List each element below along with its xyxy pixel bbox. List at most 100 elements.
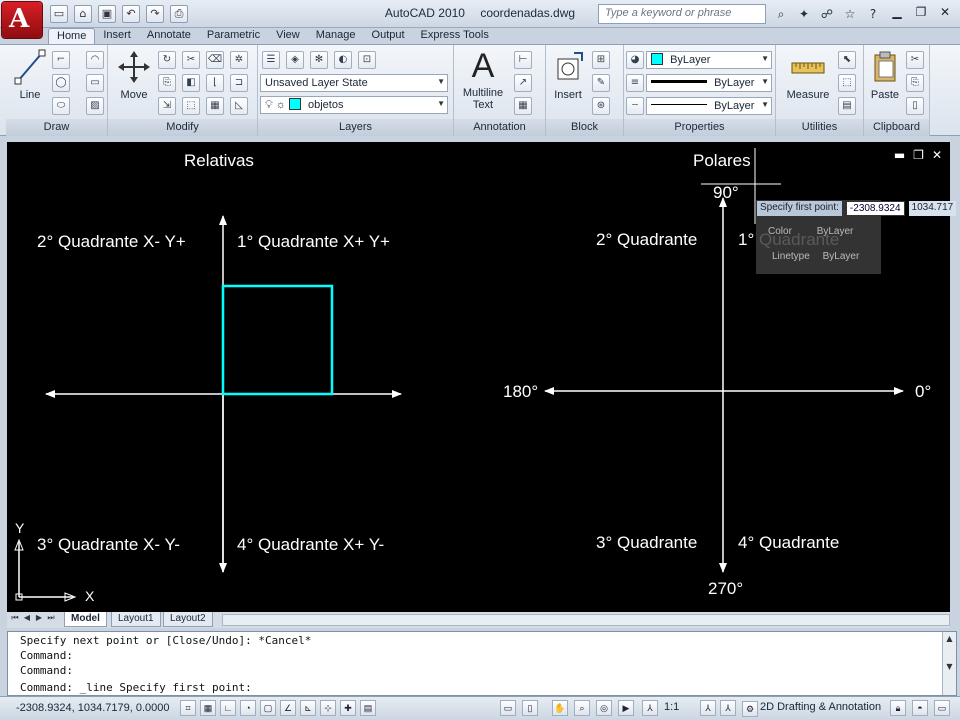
object-snap-icon[interactable]: ▢ [260, 700, 276, 716]
scale-icon[interactable]: ⬚ [182, 97, 200, 115]
calculator-icon[interactable]: ▤ [838, 97, 856, 115]
fillet-icon[interactable]: ⌊ [206, 74, 224, 92]
properties-panel-label[interactable]: Properties [624, 119, 775, 136]
line-button[interactable]: Line [12, 49, 48, 101]
next-tab-icon[interactable]: ▶ [33, 613, 45, 626]
create-block-icon[interactable]: ⊞ [592, 51, 610, 69]
restore-icon[interactable]: ❐ [910, 3, 932, 21]
search-input[interactable]: Type a keyword or phrase [598, 4, 766, 24]
offset-icon[interactable]: ⊐ [230, 74, 248, 92]
lock-ui-icon[interactable]: 🔒︎ [890, 700, 906, 716]
last-tab-icon[interactable]: ⏭ [45, 613, 57, 626]
tab-view[interactable]: View [268, 28, 308, 45]
pan-icon[interactable]: ✋ [552, 700, 568, 716]
scroll-down-icon[interactable]: ▼ [943, 662, 956, 671]
prev-tab-icon[interactable]: ◀ [21, 613, 33, 626]
model-space-icon[interactable]: ▭ [500, 700, 516, 716]
close-icon[interactable]: ✕ [934, 3, 956, 21]
quick-select-icon[interactable]: ⬉ [838, 51, 856, 69]
tab-layout1[interactable]: Layout1 [111, 612, 161, 627]
favorites-star-icon[interactable]: ☆ [841, 5, 859, 23]
grid-display-icon[interactable]: ▦ [200, 700, 216, 716]
viewport-minimize-icon[interactable]: ▬ [894, 148, 905, 162]
layer-dropdown[interactable]: 💡︎ ☼ objetos ▼ [260, 96, 448, 114]
select-all-icon[interactable]: ⬚ [838, 74, 856, 92]
insert-block-button[interactable]: Insert [550, 49, 586, 101]
minimize-icon[interactable]: ▁ [886, 3, 908, 21]
layer-freeze-icon[interactable]: ✻ [310, 51, 328, 69]
edit-block-icon[interactable]: ✎ [592, 74, 610, 92]
tab-insert[interactable]: Insert [95, 28, 139, 45]
zoom-icon[interactable]: ⌕ [574, 700, 590, 716]
snap-mode-icon[interactable]: ⌗ [180, 700, 196, 716]
isolate-objects-icon[interactable]: ◓ [912, 700, 928, 716]
cut-icon[interactable]: ✂ [906, 51, 924, 69]
workspace-switch[interactable]: 2D Drafting & Annotation [760, 701, 881, 713]
dynamic-input-icon[interactable]: ⊹ [320, 700, 336, 716]
layer-state-dropdown[interactable]: Unsaved Layer State ▼ [260, 74, 448, 92]
linetype-icon[interactable]: ┄ [626, 97, 644, 115]
mirror-icon[interactable]: ◧ [182, 74, 200, 92]
modify-panel-label[interactable]: Modify [108, 119, 257, 136]
color-wheel-icon[interactable]: ◕ [626, 51, 644, 69]
viewport-close-icon[interactable]: ✕ [932, 148, 942, 162]
color-dropdown[interactable]: ByLayer ▼ [646, 51, 772, 69]
first-tab-icon[interactable]: ⏮ [9, 613, 21, 626]
stretch-icon[interactable]: ⇲ [158, 97, 176, 115]
clipboard-panel-label[interactable]: Clipboard [864, 119, 929, 136]
horizontal-scrollbar[interactable] [222, 614, 950, 626]
block-panel-label[interactable]: Block [546, 119, 623, 136]
rectangle-icon[interactable]: ▭ [86, 74, 104, 92]
object-snap-tracking-icon[interactable]: ∠ [280, 700, 296, 716]
ellipse-icon[interactable]: ⬭ [52, 97, 70, 115]
annotation-scale-icon[interactable]: ⅄ [642, 700, 658, 716]
subscription-key-icon[interactable]: ✦ [795, 5, 813, 23]
command-line-window[interactable]: Specify next point or [Close/Undo]: *Can… [7, 631, 957, 696]
annotation-panel-label[interactable]: Annotation [454, 119, 545, 136]
layer-isolate-icon[interactable]: ◈ [286, 51, 304, 69]
communication-icon[interactable]: ☍ [818, 5, 836, 23]
binoculars-icon[interactable]: ⌕ [772, 5, 790, 23]
annotation-scale-value[interactable]: 1:1 [664, 701, 679, 713]
match-properties-icon[interactable]: ▯ [906, 97, 924, 115]
layer-properties-icon[interactable]: ☰ [262, 51, 280, 69]
layer-off-icon[interactable]: ◐ [334, 51, 352, 69]
dimension-icon[interactable]: ⊢ [514, 51, 532, 69]
copy-clip-icon[interactable]: ⎘ [906, 74, 924, 92]
copy-icon[interactable]: ⎘ [158, 74, 176, 92]
lineweight-dropdown[interactable]: ByLayer ▼ [646, 74, 772, 92]
ortho-mode-icon[interactable]: ∟ [220, 700, 236, 716]
erase-icon[interactable]: ⌫ [206, 51, 224, 69]
rotate-icon[interactable]: ↻ [158, 51, 176, 69]
layer-lock-icon[interactable]: ⊡ [358, 51, 376, 69]
tab-annotate[interactable]: Annotate [139, 28, 199, 45]
attribute-icon[interactable]: ⊛ [592, 97, 610, 115]
tab-model[interactable]: Model [64, 612, 107, 627]
circle-icon[interactable]: ◯ [52, 74, 70, 92]
tab-express-tools[interactable]: Express Tools [413, 28, 497, 45]
ducs-icon[interactable]: ⊾ [300, 700, 316, 716]
hatch-icon[interactable]: ▨ [86, 97, 104, 115]
draw-panel-label[interactable]: Draw [6, 119, 107, 136]
trim-icon[interactable]: ✂ [182, 51, 200, 69]
multiline-text-button[interactable]: A Multiline Text [458, 49, 508, 111]
tab-parametric[interactable]: Parametric [199, 28, 268, 45]
dynamic-input-x-field[interactable]: -2308.9324 [845, 201, 905, 216]
quick-properties-icon[interactable]: ▤ [360, 700, 376, 716]
help-icon[interactable]: ? [864, 5, 882, 23]
table-icon[interactable]: ▦ [514, 97, 532, 115]
showmotion-icon[interactable]: ▶ [618, 700, 634, 716]
polar-tracking-icon[interactable]: ◔ [240, 700, 256, 716]
command-scrollbar[interactable]: ▲ ▼ [942, 632, 956, 695]
arc-icon[interactable]: ◠ [86, 51, 104, 69]
measure-button[interactable]: Measure [780, 49, 836, 101]
layers-panel-label[interactable]: Layers [258, 119, 453, 136]
move-button[interactable]: Move [114, 49, 154, 101]
tab-layout2[interactable]: Layout2 [163, 612, 213, 627]
steering-wheel-icon[interactable]: ◎ [596, 700, 612, 716]
tab-manage[interactable]: Manage [308, 28, 364, 45]
workspace-gear-icon[interactable]: ⚙ [742, 701, 758, 717]
paste-button[interactable]: Paste [868, 49, 902, 101]
leader-icon[interactable]: ↗ [514, 74, 532, 92]
tab-output[interactable]: Output [364, 28, 413, 45]
